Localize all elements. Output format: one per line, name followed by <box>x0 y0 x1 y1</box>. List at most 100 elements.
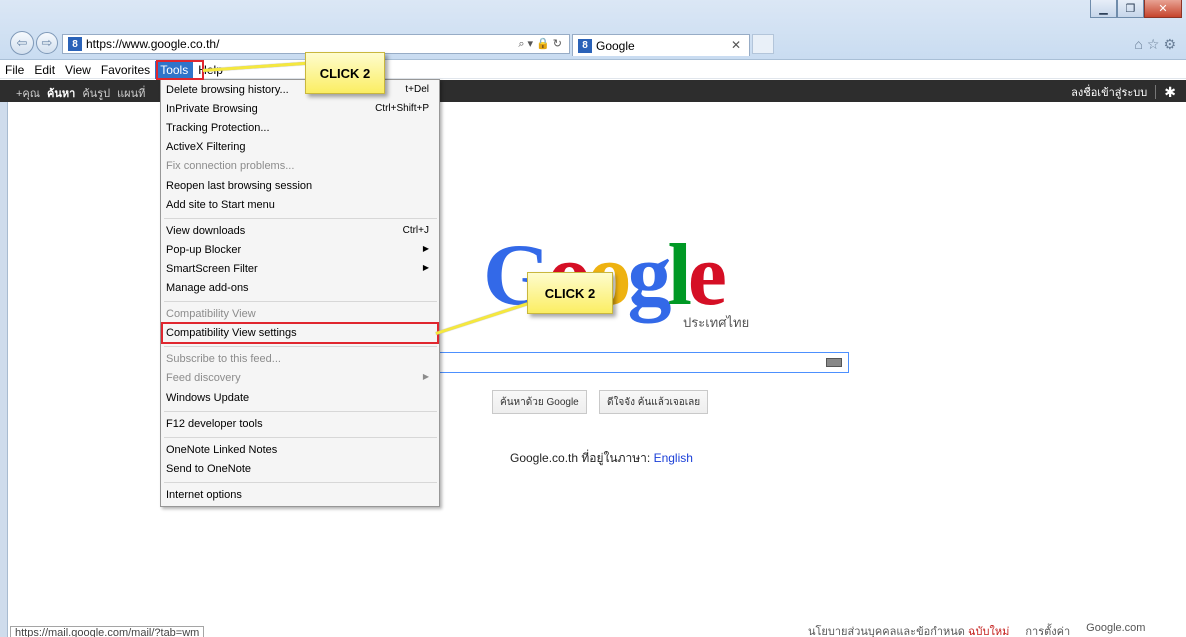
new-badge[interactable]: ฉบับใหม่ <box>968 626 1009 637</box>
menu-item-label: Internet options <box>166 488 242 501</box>
menu-item-shortcut: Ctrl+J <box>402 224 429 236</box>
gbar-search[interactable]: ค้นหา <box>47 84 75 102</box>
privacy-terms-link[interactable]: นโยบายส่วนบุคคลและข้อกำหนด <box>808 626 965 637</box>
menu-separator <box>164 346 437 348</box>
menu-item[interactable]: Tracking Protection... <box>164 119 437 138</box>
logo-letter: g <box>627 227 671 324</box>
menu-item[interactable]: Windows Update <box>164 389 437 408</box>
menu-item[interactable]: Internet options <box>164 486 437 505</box>
submenu-arrow-icon: ▶ <box>422 372 429 382</box>
menu-item-label: Delete browsing history... <box>166 84 289 96</box>
menu-separator <box>164 436 437 438</box>
forward-arrow-icon: ⇨ <box>41 35 53 50</box>
back-arrow-icon: ⇦ <box>16 35 28 50</box>
compat-settings-highlight-box <box>161 322 439 344</box>
submenu-arrow-icon: ▶ <box>422 262 429 272</box>
minimize-button[interactable]: ▁ <box>1090 0 1117 18</box>
lucky-button[interactable]: ดีใจจัง ค้นแล้วเจอเลย <box>599 390 709 414</box>
click-callout-compat: CLICK 2 <box>527 272 613 314</box>
gear-icon[interactable]: ⚙ <box>1163 36 1180 52</box>
google-favicon-icon: 8 <box>578 38 592 53</box>
refresh-icon[interactable]: ↻ <box>553 38 565 50</box>
toolbar-icons: ⌂☆⚙ <box>1134 36 1180 53</box>
english-link[interactable]: English <box>654 451 693 465</box>
menu-item-label: View downloads <box>166 224 246 237</box>
menu-item[interactable]: SmartScreen Filter ▶ <box>164 260 437 279</box>
menu-item[interactable]: Manage add-ons <box>164 279 437 298</box>
google-search-button[interactable]: ค้นหาด้วย Google <box>492 390 587 414</box>
status-url-tooltip: https://mail.google.com/mail/?tab=wm <box>10 626 205 637</box>
address-tools[interactable]: ⌕▾🔒↻ <box>518 37 565 51</box>
language-text: Google.co.th ที่อยู่ในภาษา: <box>510 451 651 465</box>
gbar-divider <box>1155 85 1157 99</box>
menu-item-label: Tracking Protection... <box>166 122 270 135</box>
home-icon[interactable]: ⌂ <box>1134 36 1146 52</box>
menu-view[interactable]: View <box>60 61 96 79</box>
tools-dropdown-menu: Delete browsing history... t+Del InPrivate… <box>160 79 440 507</box>
tab-title: Google <box>596 38 635 53</box>
forward-button[interactable]: ⇨ <box>36 32 58 54</box>
window-controls: ▁ ❐ ✕ <box>1090 0 1182 18</box>
menu-item-label: Send to OneNote <box>166 462 252 475</box>
window-left-edge <box>0 102 8 637</box>
menu-item[interactable]: Send to OneNote <box>164 460 437 479</box>
menu-item-label: Compatibility View <box>166 308 256 321</box>
menu-item[interactable]: InPrivate Browsing Ctrl+Shift+P <box>164 100 437 119</box>
lock-icon: 🔒 <box>536 38 553 50</box>
google-subbrand: ประเทศไทย <box>683 315 750 330</box>
search-icon[interactable]: ⌕ <box>518 38 527 50</box>
gbar-plus-you[interactable]: +คุณ <box>16 84 40 102</box>
menu-item[interactable]: View downloads Ctrl+J <box>164 222 437 241</box>
menu-item[interactable]: Add site to Start menu <box>164 196 437 215</box>
new-tab-button[interactable] <box>752 34 774 54</box>
maximize-button[interactable]: ❐ <box>1117 0 1144 18</box>
menu-edit[interactable]: Edit <box>29 61 60 79</box>
menu-file[interactable]: File <box>0 61 29 79</box>
browser-window: ▁ ❐ ✕ ⇦ ⇨ 8 https://www.google.co.th/ ⌕▾… <box>0 0 1186 637</box>
footer: นโยบายส่วนบุคคลและข้อกำหนด ฉบับใหม่ การต… <box>808 622 1145 637</box>
title-bar: ▁ ❐ ✕ ⇦ ⇨ 8 https://www.google.co.th/ ⌕▾… <box>0 0 1186 60</box>
click-callout-tools: CLICK 2 <box>305 52 385 94</box>
menu-separator <box>164 410 437 412</box>
settings-link[interactable]: การตั้งค่า <box>1025 622 1070 637</box>
keyboard-icon[interactable] <box>826 358 842 367</box>
menu-favorites[interactable]: Favorites <box>96 61 155 79</box>
close-button[interactable]: ✕ <box>1144 0 1182 18</box>
signin-link[interactable]: ลงชื่อเข้าสู่ระบบ <box>1071 83 1147 101</box>
menu-separator <box>164 217 437 219</box>
menu-item-label: OneNote Linked Notes <box>166 443 278 456</box>
menu-item[interactable]: ActiveX Filtering <box>164 138 437 157</box>
back-button[interactable]: ⇦ <box>10 31 34 55</box>
favorites-star-icon[interactable]: ☆ <box>1147 36 1164 52</box>
search-input[interactable] <box>425 352 849 373</box>
tab-google[interactable]: 8 Google ✕ <box>572 34 750 56</box>
gbar-images[interactable]: ค้นรูป <box>82 84 110 102</box>
menu-item[interactable]: F12 developer tools <box>164 415 437 434</box>
menu-item-label: Reopen last browsing session <box>166 179 313 192</box>
google-com-link[interactable]: Google.com <box>1086 622 1145 637</box>
logo-letter: e <box>687 227 727 324</box>
menu-item: Subscribe to this feed... <box>164 350 437 369</box>
menu-item-label: Manage add-ons <box>166 282 249 294</box>
menu-item-label: SmartScreen Filter <box>166 262 258 275</box>
gbar-maps[interactable]: แผนที่ <box>117 84 145 102</box>
menu-item: Feed discovery ▶ <box>164 369 437 388</box>
menu-separator <box>164 481 437 483</box>
menu-item-shortcut: t+Del <box>405 84 429 95</box>
menu-item-label: F12 developer tools <box>166 417 263 430</box>
close-tab-icon[interactable]: ✕ <box>731 38 741 52</box>
menu-item-label: ActiveX Filtering <box>166 141 246 154</box>
menu-separator <box>164 301 437 303</box>
menu-item-label: InPrivate Browsing <box>166 103 258 116</box>
menu-item-label: Pop-up Blocker <box>166 243 242 256</box>
menu-item[interactable]: Delete browsing history... t+Del <box>164 81 437 100</box>
menu-item-label: Feed discovery <box>166 372 241 385</box>
menu-item[interactable]: Reopen last browsing session <box>164 177 437 196</box>
menu-item[interactable]: Pop-up Blocker ▶ <box>164 241 437 260</box>
menu-item: Fix connection problems... <box>164 157 437 176</box>
logo-letter: l <box>667 227 692 324</box>
menu-item-label: Windows Update <box>166 391 250 404</box>
address-bar[interactable]: 8 https://www.google.co.th/ ⌕▾🔒↻ <box>62 34 570 54</box>
settings-gear-icon[interactable]: ✱ <box>1164 84 1176 101</box>
menu-item[interactable]: OneNote Linked Notes <box>164 441 437 460</box>
